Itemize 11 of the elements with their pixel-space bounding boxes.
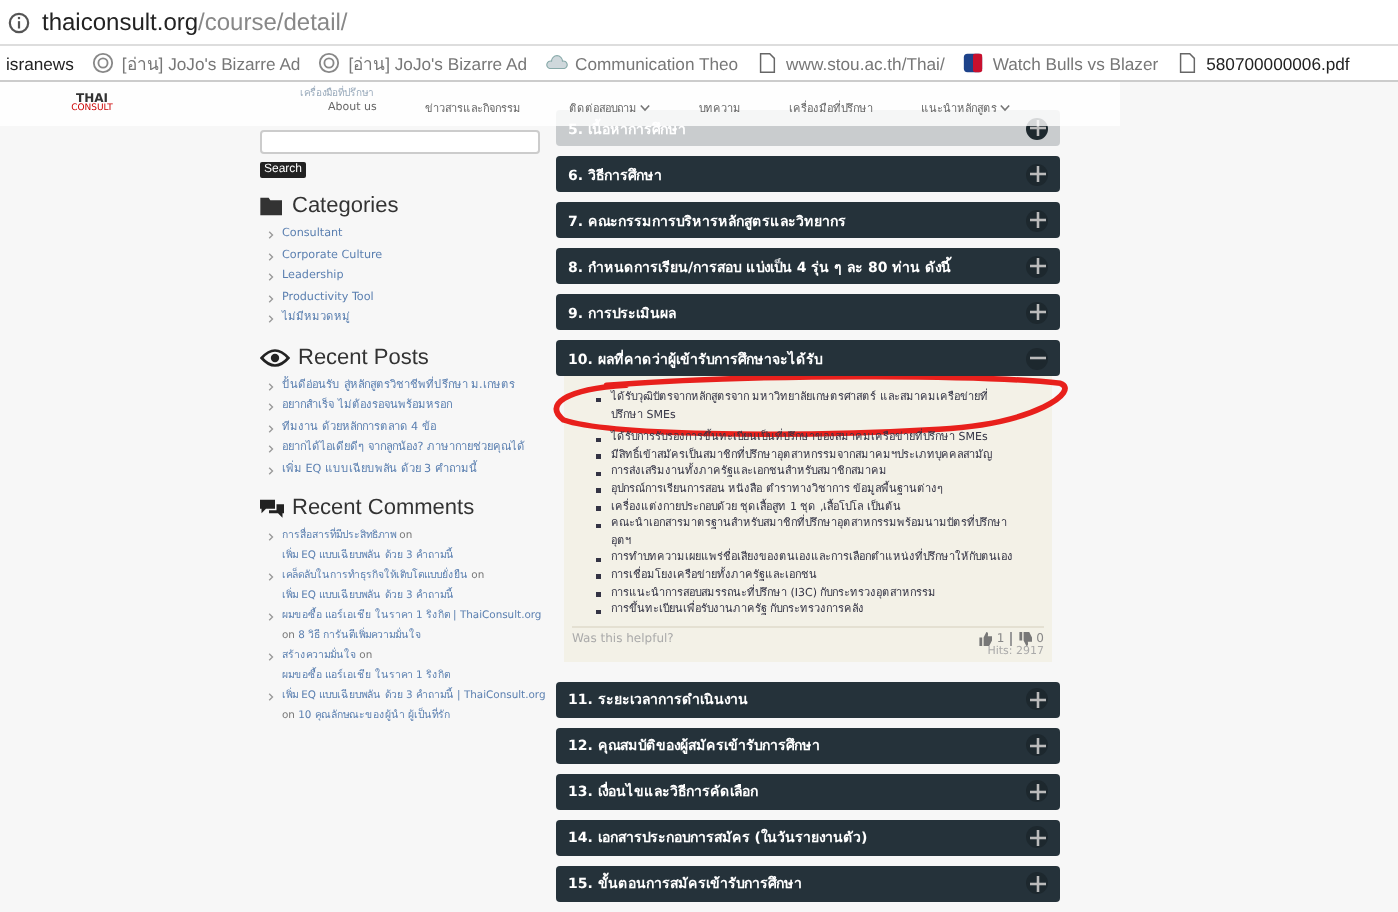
bookmark[interactable]: www.stou.ac.th/Thai/ bbox=[756, 52, 945, 74]
bookmark[interactable]: Communication Theo bbox=[545, 52, 739, 74]
bookmark[interactable]: [อ่าน] JoJo's Bizarre Ad bbox=[91, 49, 301, 77]
bookmark[interactable]: 580700000006.pdf bbox=[1176, 52, 1350, 74]
bookmark[interactable]: isranews bbox=[6, 53, 74, 73]
bookmark[interactable]: Watch Bulls vs Blazer bbox=[962, 52, 1159, 74]
widget-title: Categories bbox=[292, 194, 399, 218]
bookmark[interactable]: [อ่าน] JoJo's Bizarre Ad bbox=[318, 49, 528, 77]
address-field[interactable]: thaiconsult.org/course/detail/ bbox=[42, 8, 348, 36]
widget-title: Recent Posts bbox=[298, 345, 429, 369]
widget-title: Recent Comments bbox=[292, 496, 475, 520]
